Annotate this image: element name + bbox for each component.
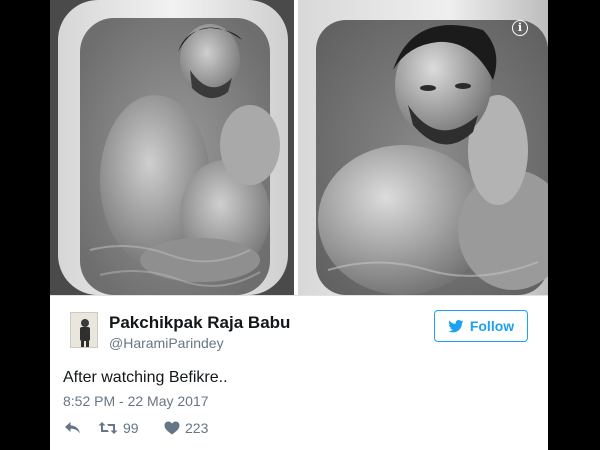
like-count: 223 [185,420,209,436]
follow-label: Follow [469,318,515,334]
twitter-bird-icon [448,319,464,333]
retweet-button[interactable]: 99 [98,418,139,438]
retweet-count: 99 [123,420,139,436]
follow-button[interactable]: Follow [434,310,528,342]
like-button[interactable]: 223 [164,418,208,438]
media-divider [50,295,548,296]
avatar[interactable] [70,312,98,348]
retweet-icon [98,421,118,435]
display-name[interactable]: Pakchikpak Raja Babu [109,313,290,333]
tweet-card: i Pakchikpak Raja Babu @HaramiParindey F… [50,0,548,450]
info-icon[interactable]: i [512,20,528,36]
bathtub-photo-right[interactable]: i [298,0,548,295]
tweet-text: After watching Befikre.. [63,369,228,386]
reply-icon [64,421,81,435]
bathtub-photo-left[interactable] [50,0,294,295]
reply-button[interactable] [64,418,81,438]
user-handle[interactable]: @HaramiParindey [109,335,224,351]
heart-icon [164,421,180,435]
tweet-timestamp[interactable]: 8:52 PM - 22 May 2017 [63,393,209,409]
tweet-media: i [50,0,548,295]
